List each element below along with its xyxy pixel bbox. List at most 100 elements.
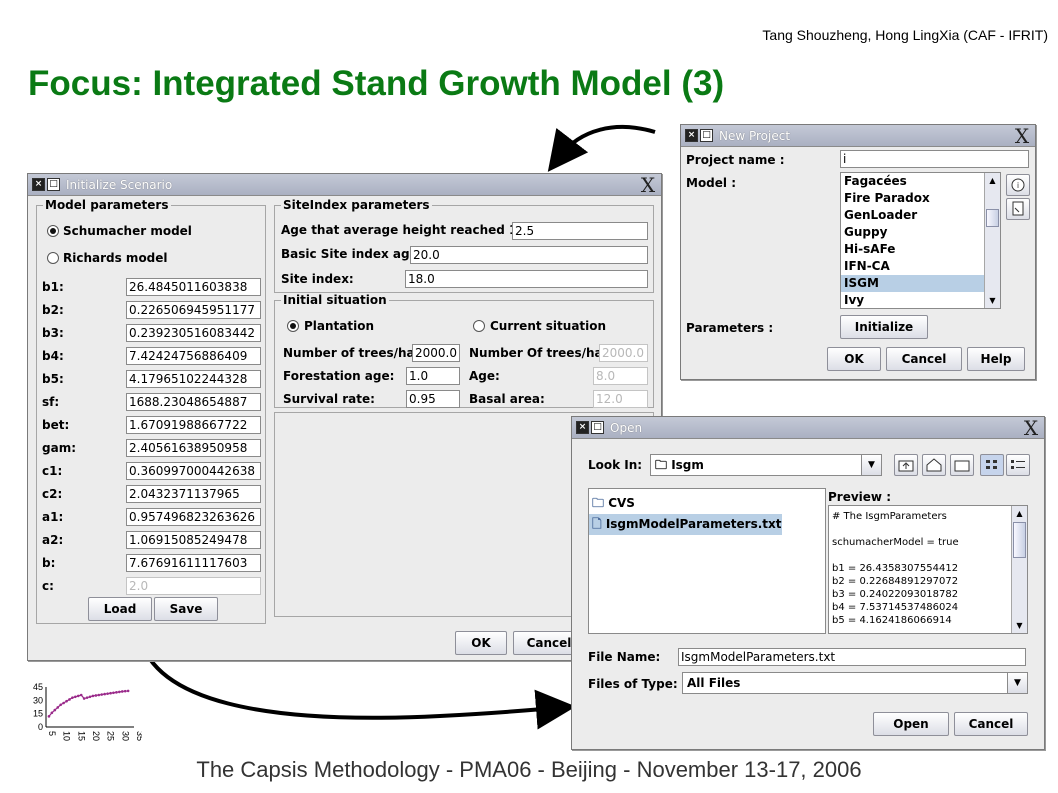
window-close-icon[interactable]: × (32, 178, 45, 191)
data-point (85, 696, 89, 699)
scroll-down-icon[interactable]: ▼ (985, 293, 1000, 308)
forestation-age-field[interactable]: 1.0 (406, 367, 460, 385)
model-list-item[interactable]: Hi-sAFe (841, 241, 1000, 258)
model-info-icon[interactable]: i (1006, 174, 1030, 196)
open-dialog-titlebar[interactable]: × □ Open X (572, 417, 1044, 439)
param-field[interactable]: 1.67091988667722 (126, 416, 261, 434)
file-list[interactable]: 🗀 CVS 🗋 IsgmModelParameters.txt (588, 488, 826, 634)
data-point (112, 691, 115, 695)
window-close-icon[interactable]: × (576, 421, 589, 434)
close-icon[interactable]: X (638, 175, 658, 195)
file-icon: 🗋 (592, 517, 606, 531)
param-field[interactable]: 0.239230516083442 (126, 324, 261, 342)
param-field[interactable]: 1688.23048654887 (126, 393, 261, 411)
up-folder-icon[interactable] (894, 454, 918, 476)
survival-rate-label: Survival rate: (283, 392, 375, 406)
param-field[interactable]: 7.67691611117603 (126, 554, 261, 572)
param-field[interactable]: 1.06915085249478 (126, 531, 261, 549)
param-field[interactable]: 2.0432371137965 (126, 485, 261, 503)
richards-radio[interactable] (47, 252, 59, 264)
chevron-down-icon[interactable]: ▼ (861, 455, 881, 475)
param-field[interactable]: 0.360997000442638 (126, 462, 261, 480)
current-trees-label: Number Of trees/ha: (469, 346, 608, 360)
folder-icon: 🗀 (655, 458, 668, 472)
model-list-item[interactable]: Ivy (841, 292, 1000, 308)
model-list[interactable]: Fagacées Fire Paradox GenLoader Guppy Hi-sAF… (840, 172, 1001, 309)
param-label: b3: (42, 326, 64, 340)
plantation-radio[interactable] (287, 320, 299, 332)
new-project-titlebar[interactable]: × □ New Project X (681, 125, 1035, 147)
param-field[interactable]: 7.42424756886409 (126, 347, 261, 365)
model-list-item[interactable]: IFN-CA (841, 258, 1000, 275)
site-index-field[interactable]: 18.0 (405, 270, 648, 288)
forestation-age-label: Forestation age: (283, 369, 395, 383)
param-label: c: (42, 579, 54, 593)
look-in-combo[interactable]: 🗀 Isgm ▼ (650, 454, 882, 476)
cancel-button[interactable]: Cancel (886, 347, 962, 371)
param-field[interactable]: 26.4845011603838 (126, 278, 261, 296)
window-maximize-icon[interactable]: □ (591, 421, 604, 434)
current-age-field: 8.0 (593, 367, 648, 385)
scroll-thumb[interactable] (986, 209, 999, 227)
preview-pane: # The IsgmParameters schumacherModel = t… (828, 505, 1028, 634)
x-tick-label: 15 (76, 731, 86, 741)
model-doc-icon[interactable] (1006, 198, 1030, 220)
param-label: c1: (42, 464, 63, 478)
preview-scrollbar[interactable]: ▲ ▼ (1011, 506, 1027, 633)
trees-label: Number of trees/ha: (283, 346, 420, 360)
param-field[interactable]: 2.0 (126, 577, 261, 595)
window-close-icon[interactable]: × (685, 129, 698, 142)
y-tick-label: 15 (33, 709, 43, 719)
schumacher-radio[interactable] (47, 225, 59, 237)
param-label: c2: (42, 487, 63, 501)
param-field[interactable]: 0.957496823263626 (126, 508, 261, 526)
survival-rate-field[interactable]: 0.95 (406, 390, 460, 408)
param-field[interactable]: 0.226506945951177 (126, 301, 261, 319)
window-maximize-icon[interactable]: □ (700, 129, 713, 142)
growth-chart: 0 15 30 45 5 10 15 20 25 30 35 (33, 682, 142, 741)
home-icon[interactable] (922, 454, 946, 476)
load-button[interactable]: Load (88, 597, 152, 621)
chevron-down-icon[interactable]: ▼ (1007, 673, 1027, 693)
project-name-field[interactable]: i (840, 150, 1029, 168)
model-list-item[interactable]: Guppy (841, 224, 1000, 241)
initialize-scenario-titlebar[interactable]: × □ Initialize Scenario X (28, 174, 661, 196)
file-type-combo[interactable]: All Files ▼ (682, 672, 1028, 694)
current-situation-radio[interactable] (473, 320, 485, 332)
scroll-down-icon[interactable]: ▼ (1012, 618, 1027, 633)
window-maximize-icon[interactable]: □ (47, 178, 60, 191)
param-field[interactable]: 4.17965102244328 (126, 370, 261, 388)
initialize-button[interactable]: Initialize (840, 315, 928, 339)
close-icon[interactable]: X (1012, 126, 1032, 146)
open-button[interactable]: Open (873, 712, 949, 736)
file-list-item[interactable]: 🗀 CVS (589, 493, 649, 514)
trees-field[interactable]: 2000.0 (412, 344, 460, 362)
scroll-thumb[interactable] (1013, 522, 1026, 558)
data-point (118, 690, 121, 694)
ok-button[interactable]: OK (455, 631, 507, 655)
data-point (68, 698, 71, 701)
ok-button[interactable]: OK (827, 347, 881, 371)
details-view-icon[interactable] (1006, 454, 1030, 476)
file-name-field[interactable]: IsgmModelParameters.txt (678, 648, 1026, 666)
file-list-item[interactable]: 🗋 IsgmModelParameters.txt (589, 514, 782, 535)
param-field[interactable]: 2.40561638950958 (126, 439, 261, 457)
model-list-item[interactable]: Fire Paradox (841, 190, 1000, 207)
scroll-up-icon[interactable]: ▲ (985, 173, 1000, 188)
save-button[interactable]: Save (154, 597, 218, 621)
model-list-item[interactable]: Fagacées (841, 173, 1000, 190)
model-list-scrollbar[interactable]: ▲ ▼ (984, 173, 1000, 308)
close-icon[interactable]: X (1021, 418, 1041, 438)
basic-site-field[interactable]: 20.0 (410, 246, 648, 264)
scroll-up-icon[interactable]: ▲ (1012, 506, 1027, 521)
cancel-button[interactable]: Cancel (954, 712, 1028, 736)
y-tick-label: 30 (33, 695, 43, 705)
new-folder-icon[interactable] (950, 454, 974, 476)
help-button[interactable]: Help (967, 347, 1025, 371)
model-list-item[interactable]: GenLoader (841, 207, 1000, 224)
model-list-item[interactable]: ISGM (841, 275, 1000, 292)
data-point (65, 699, 68, 703)
list-view-icon[interactable] (980, 454, 1004, 476)
age-reached-field[interactable]: 2.5 (512, 222, 648, 240)
param-label: b: (42, 556, 56, 570)
